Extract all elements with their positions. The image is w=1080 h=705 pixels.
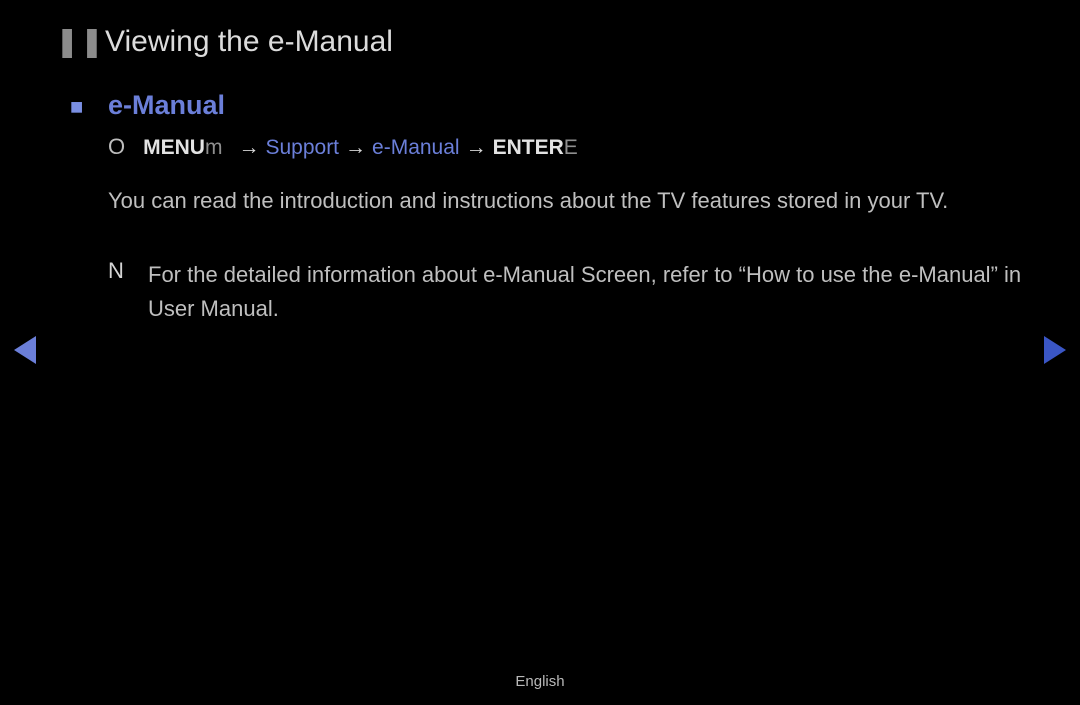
note-text: For the detailed information about e-Man… (148, 258, 1025, 326)
path-menu-suffix: m (205, 136, 223, 160)
path-o-icon: O (108, 134, 125, 160)
path-arrow-2: → (345, 136, 366, 160)
chevron-right-icon (1044, 336, 1066, 364)
path-menu-label: MENU (143, 136, 205, 160)
path-emanual: e-Manual (372, 136, 460, 160)
path-arrow-1: → (238, 136, 259, 160)
nav-prev-button[interactable] (14, 336, 36, 364)
nav-next-button[interactable] (1044, 336, 1066, 364)
note-n-icon: N (108, 258, 148, 326)
title-bullet-icon: ❚❚ (55, 24, 105, 59)
body-paragraph: You can read the introduction and instru… (108, 184, 1025, 218)
sub-bullet-icon: ■ (70, 94, 108, 120)
page-title: Viewing the e-Manual (105, 25, 393, 59)
path-enter-label: ENTER (493, 136, 564, 160)
sub-heading: e-Manual (108, 90, 225, 121)
chevron-left-icon (14, 336, 36, 364)
path-support: Support (265, 136, 339, 160)
path-arrow-3: → (466, 136, 487, 160)
menu-path: O MENUm → Support → e-Manual → ENTERE (108, 134, 578, 160)
path-enter-suffix: E (564, 136, 578, 160)
footer-language: English (0, 673, 1080, 690)
